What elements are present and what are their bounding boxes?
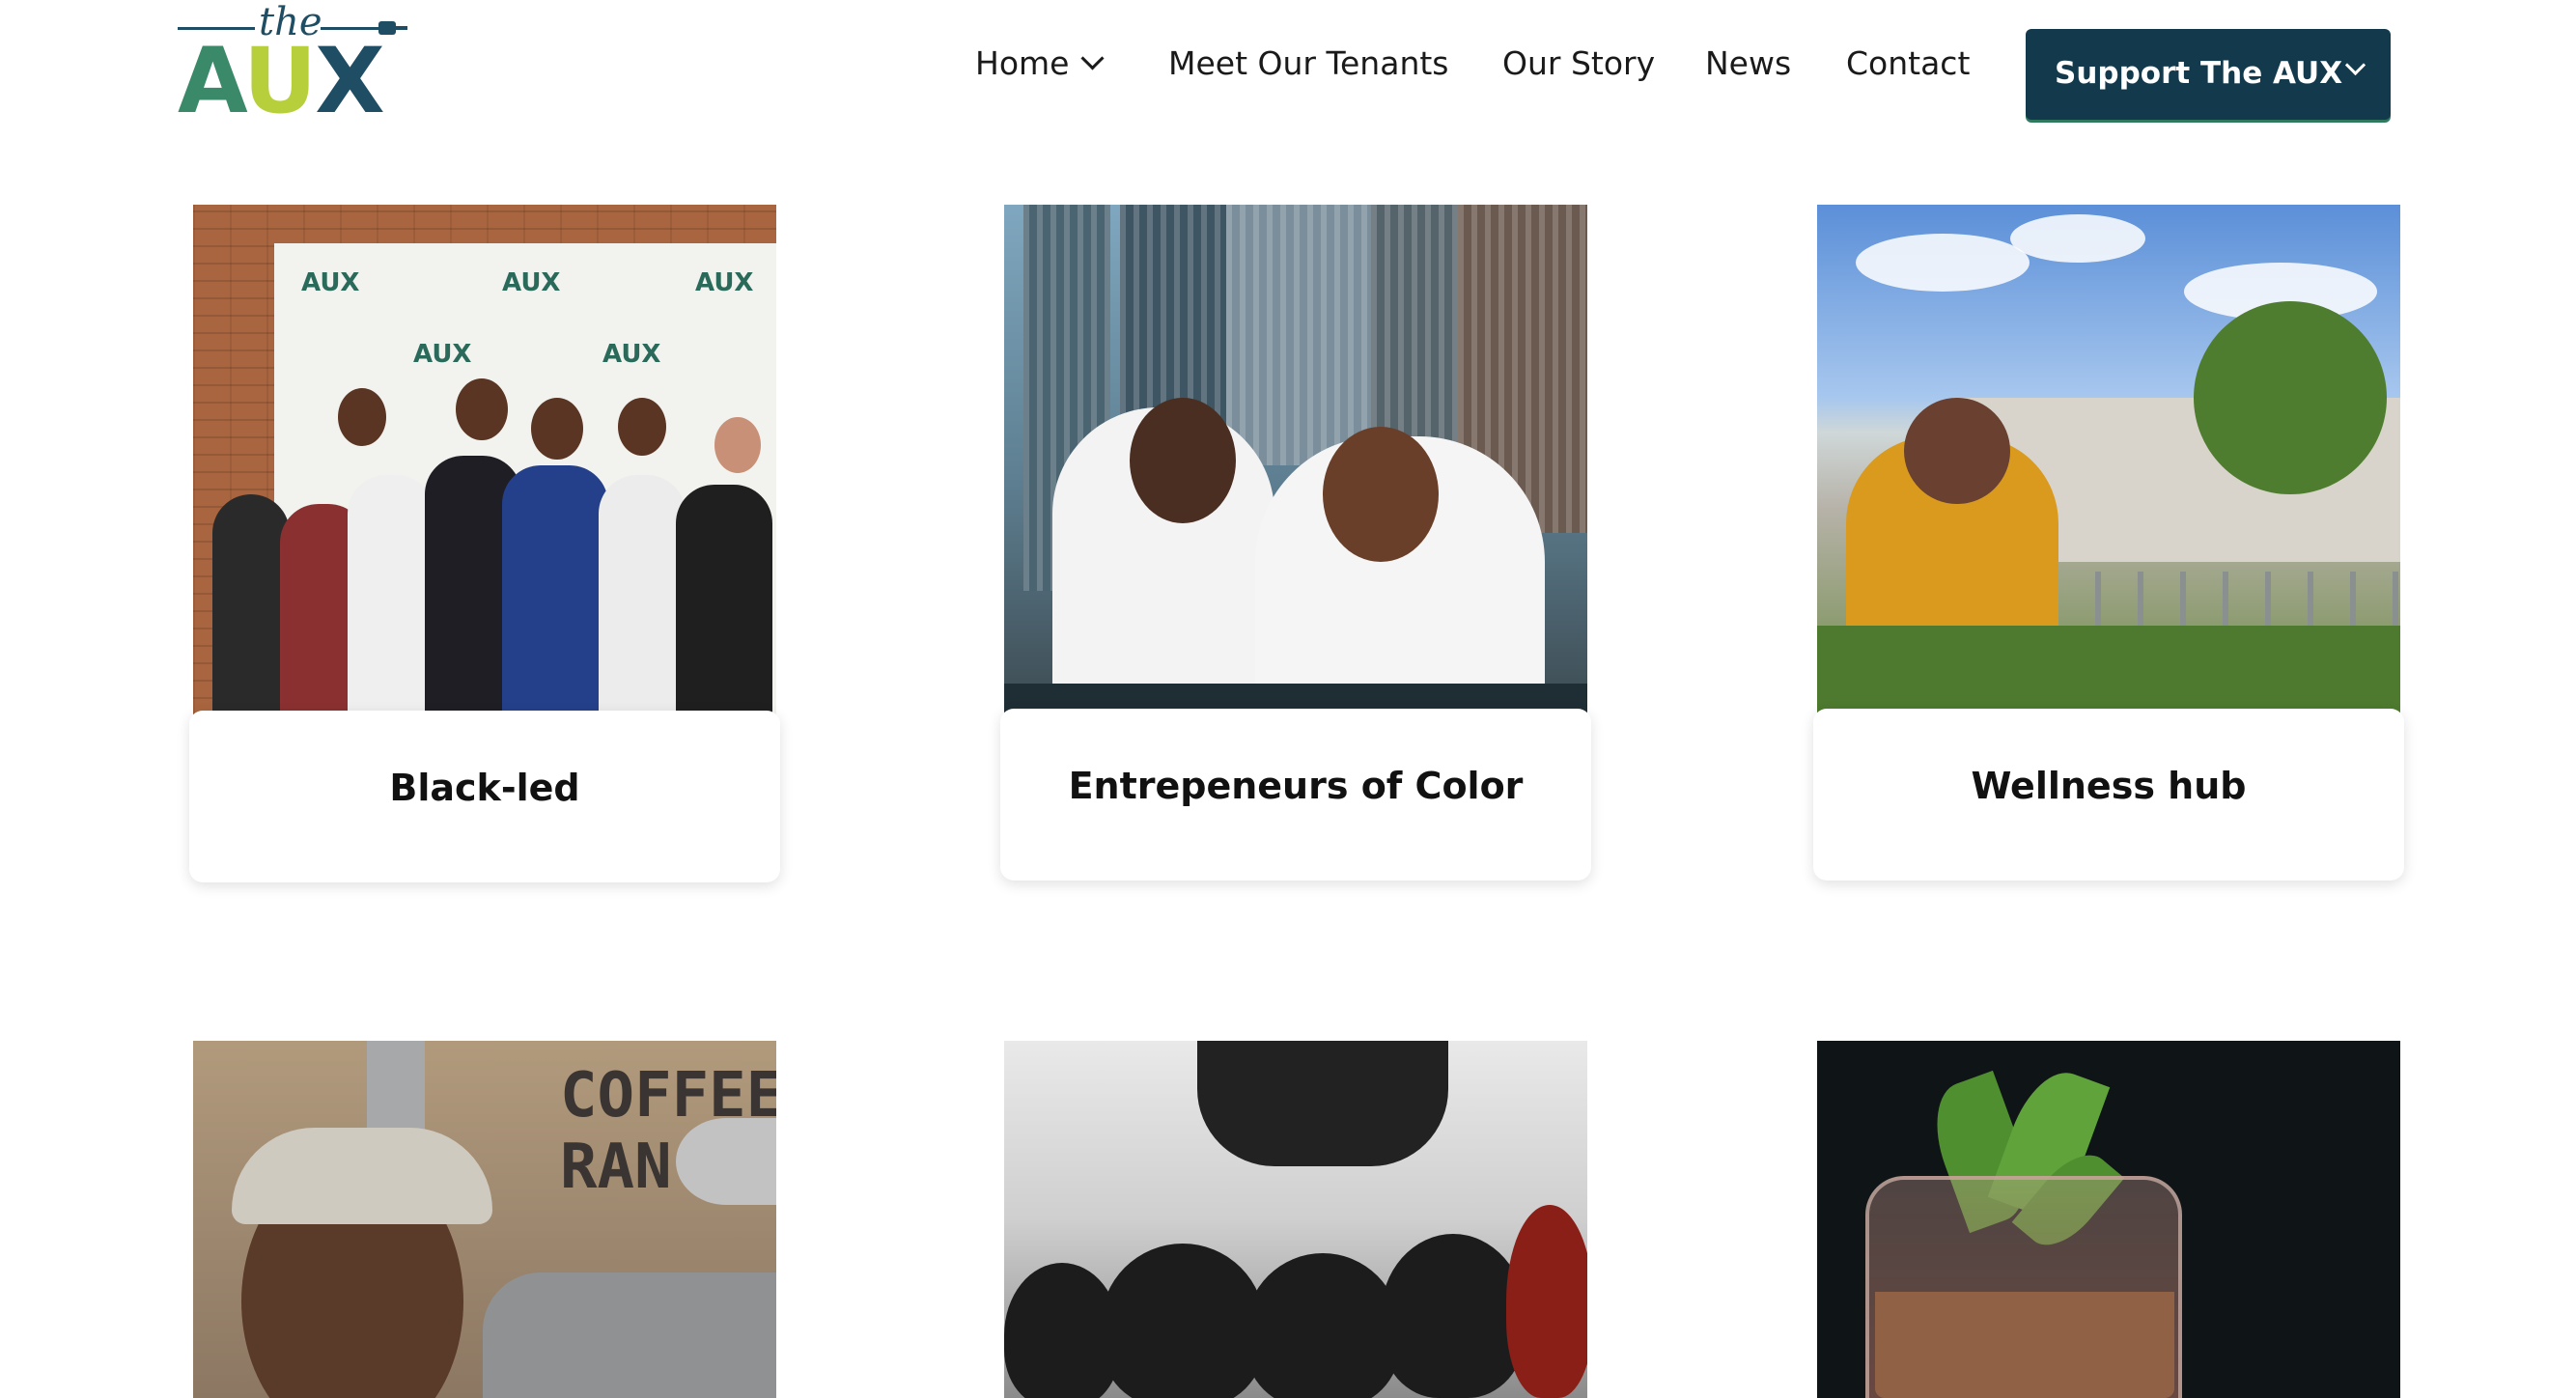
nav-item-label: News [1705,44,1792,82]
banner-logo-text: AUX [695,268,754,297]
banner-logo-text: AUX [602,340,661,369]
nav-item-contact[interactable]: Contact [1846,44,1970,82]
card-image: COFFEE RAN [193,1041,776,1398]
card-caption: Wellness hub [1813,709,2404,881]
nav-item-label: Our Story [1502,44,1656,82]
card-caption: Entrepeneurs of Color [1000,709,1591,881]
card-image: AUX AUX AUX AUX AUX [193,205,776,716]
nav-item-home[interactable]: Home [975,44,1105,82]
card-title: Black-led [389,767,580,809]
site-logo[interactable]: the AUX [178,0,409,134]
nav-item-meet-our-tenants[interactable]: Meet Our Tenants [1168,44,1449,82]
card-image [1004,1041,1587,1398]
nav-item-label: Contact [1846,44,1971,82]
nav-item-news[interactable]: News [1705,44,1791,82]
card-title: Entrepeneurs of Color [1068,765,1524,807]
chevron-down-icon [1080,46,1105,70]
nav-item-our-story[interactable]: Our Story [1502,44,1655,82]
card-caption: Black-led [189,711,780,882]
banner-logo-text: AUX [301,268,360,297]
card-image [1817,205,2400,713]
logo-aux-text: AUX [178,29,385,134]
card-title: Wellness hub [1971,765,2247,807]
support-the-aux-button[interactable]: Support The AUX [2026,29,2391,120]
banner-logo-text: AUX [413,340,472,369]
card-image [1817,1041,2400,1398]
support-button-label: Support The AUX [2055,56,2343,91]
chevron-down-icon [2344,54,2366,76]
nav-item-label: Home [975,44,1070,82]
card-image [1004,205,1587,713]
nav-item-label: Meet Our Tenants [1168,44,1449,82]
banner-logo-text: AUX [502,268,561,297]
